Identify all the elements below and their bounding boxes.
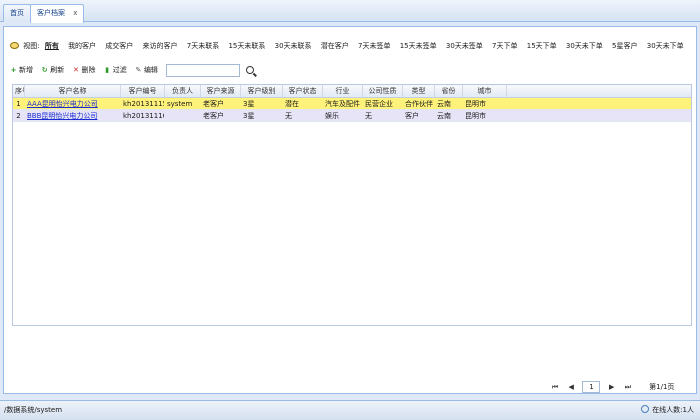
search-icon[interactable]: [246, 66, 255, 74]
cell-code: kh20131116: [123, 112, 165, 120]
view-item-visit[interactable]: 来访的客户: [143, 42, 178, 50]
cell-level: 3星: [243, 112, 255, 120]
delete-label: 删除: [81, 66, 96, 74]
view-item-mine[interactable]: 我的客户: [68, 42, 96, 50]
view-item-30d-nosign[interactable]: 30天未签单: [446, 42, 483, 50]
col-header-industry[interactable]: 行业: [323, 85, 363, 97]
view-item-15d-nocontact[interactable]: 15天未联系: [228, 42, 265, 50]
cell-source: 老客户: [203, 100, 224, 108]
online-users-label: 在线人数:1人: [652, 406, 694, 414]
view-item-30d-nocontact[interactable]: 30天未联系: [275, 42, 312, 50]
edit-button[interactable]: ✎ 编辑: [135, 62, 158, 78]
view-item-30d-noorder-2[interactable]: 30天未下单: [647, 42, 684, 50]
grid-header: 序号 客户名称 客户编号 负责人 客户来源 客户级别 客户状态 行业 公司性质 …: [13, 85, 691, 98]
toolbar: + 新增 ↻ 刷新 ✕ 删除 ▮ 过滤 ✎ 编辑: [10, 62, 255, 78]
tab-home[interactable]: 首页: [3, 4, 31, 22]
view-item-15d-nosign[interactable]: 15天未签单: [400, 42, 437, 50]
tab-customer-archive[interactable]: 客户档案 x: [30, 4, 85, 23]
cell-type: 合作伙伴: [405, 100, 433, 108]
add-label: 新增: [19, 66, 33, 74]
refresh-icon: ↻: [41, 66, 48, 74]
cell-type: 客户: [405, 112, 419, 120]
cell-owner: [165, 110, 201, 121]
view-item-30d-noorder[interactable]: 30天未下单: [566, 42, 603, 50]
customer-name-link[interactable]: BBB昆明怡兴电力公司: [25, 110, 121, 121]
customer-grid: 序号 客户名称 客户编号 负责人 客户来源 客户级别 客户状态 行业 公司性质 …: [12, 84, 692, 326]
refresh-button[interactable]: ↻ 刷新: [41, 62, 64, 78]
cell-owner: system: [167, 100, 193, 108]
cell-city: 昆明市: [465, 100, 486, 108]
table-row[interactable]: 2 BBB昆明怡兴电力公司 kh20131116 老客户 3星 无 娱乐 无 客…: [13, 110, 691, 122]
customer-name-link[interactable]: AAA昆明怡兴电力公司: [25, 98, 121, 109]
col-header-type[interactable]: 类型: [403, 85, 435, 97]
view-item-15d-order[interactable]: 15天下单: [527, 42, 557, 50]
tab-strip: 首页 客户档案 x: [0, 0, 700, 23]
cell-code: kh20131115: [123, 100, 165, 108]
cell-no: 2: [16, 112, 21, 120]
main-panel: 视图: 所有 我的客户 成交客户 来访的客户 7天未联系 15天未联系 30天未…: [3, 26, 697, 394]
add-button[interactable]: + 新增: [10, 62, 33, 78]
page-number-input[interactable]: 1: [582, 381, 601, 393]
view-item-7d-nosign[interactable]: 7天未签单: [358, 42, 390, 50]
tab-home-label: 首页: [10, 9, 24, 17]
view-item-potential[interactable]: 潜在客户: [321, 42, 349, 50]
table-row[interactable]: 1 AAA昆明怡兴电力公司 kh20131115 system 老客户 3星 潜…: [13, 98, 691, 110]
plus-icon: +: [10, 66, 17, 74]
online-users-icon: [641, 405, 650, 413]
edit-icon: ✎: [135, 66, 142, 74]
search-input[interactable]: [166, 63, 241, 77]
user-path: /数据系统/system: [4, 406, 63, 414]
cell-industry: 汽车及配件: [325, 100, 360, 108]
view-bar: 视图: 所有 我的客户 成交客户 来访的客户 7天未联系 15天未联系 30天未…: [10, 39, 691, 53]
pager: ⏮ ◀ 1 ▶ ⏭ 第1/1页: [550, 380, 674, 394]
view-label: 视图:: [23, 42, 40, 50]
page-info: 第1/1页: [649, 383, 675, 391]
cell-nature: 民营企业: [365, 100, 393, 108]
edit-label: 编辑: [143, 66, 158, 74]
view-item-deal[interactable]: 成交客户: [105, 42, 133, 50]
tab-customer-archive-label: 客户档案: [37, 9, 65, 17]
cell-province: 云南: [437, 112, 451, 120]
col-header-city[interactable]: 城市: [463, 85, 507, 97]
col-header-level[interactable]: 客户级别: [241, 85, 283, 97]
filter-label: 过滤: [112, 66, 127, 74]
col-header-province[interactable]: 省份: [435, 85, 463, 97]
col-header-nature[interactable]: 公司性质: [363, 85, 403, 97]
col-header-name[interactable]: 客户名称: [25, 85, 121, 97]
cell-source: 老客户: [203, 112, 224, 120]
cell-no: 1: [16, 100, 21, 108]
view-item-7d-nocontact[interactable]: 7天未联系: [187, 42, 219, 50]
cell-province: 云南: [437, 100, 451, 108]
cell-level: 3星: [243, 100, 255, 108]
filter-button[interactable]: ▮ 过滤: [104, 62, 127, 78]
cell-industry: 娱乐: [325, 112, 339, 120]
view-item-5star[interactable]: 5星客户: [612, 42, 637, 50]
cell-status: 潜在: [285, 100, 299, 108]
view-item-7d-order[interactable]: 7天下单: [492, 42, 517, 50]
col-header-status[interactable]: 客户状态: [283, 85, 323, 97]
next-page-icon[interactable]: ▶: [607, 380, 617, 394]
col-header-owner[interactable]: 负责人: [165, 85, 201, 97]
delete-icon: ✕: [73, 66, 79, 74]
prev-page-icon[interactable]: ◀: [566, 380, 576, 394]
refresh-label: 刷新: [50, 66, 65, 74]
delete-button[interactable]: ✕ 删除: [72, 62, 95, 78]
view-icon: [10, 42, 19, 49]
cell-city: 昆明市: [465, 112, 486, 120]
col-header-no[interactable]: 序号: [13, 85, 25, 97]
cell-nature: 无: [365, 112, 372, 120]
last-page-icon[interactable]: ⏭: [623, 380, 633, 394]
col-header-code[interactable]: 客户编号: [121, 85, 165, 97]
status-bar: /数据系统/system 在线人数:1人: [0, 400, 700, 420]
filter-icon: ▮: [105, 66, 110, 74]
view-item-all[interactable]: 所有: [45, 42, 59, 50]
close-icon[interactable]: x: [73, 9, 77, 17]
first-page-icon[interactable]: ⏮: [550, 380, 560, 394]
col-header-source[interactable]: 客户来源: [201, 85, 241, 97]
cell-status: 无: [285, 112, 292, 120]
online-users: 在线人数:1人: [641, 401, 694, 419]
